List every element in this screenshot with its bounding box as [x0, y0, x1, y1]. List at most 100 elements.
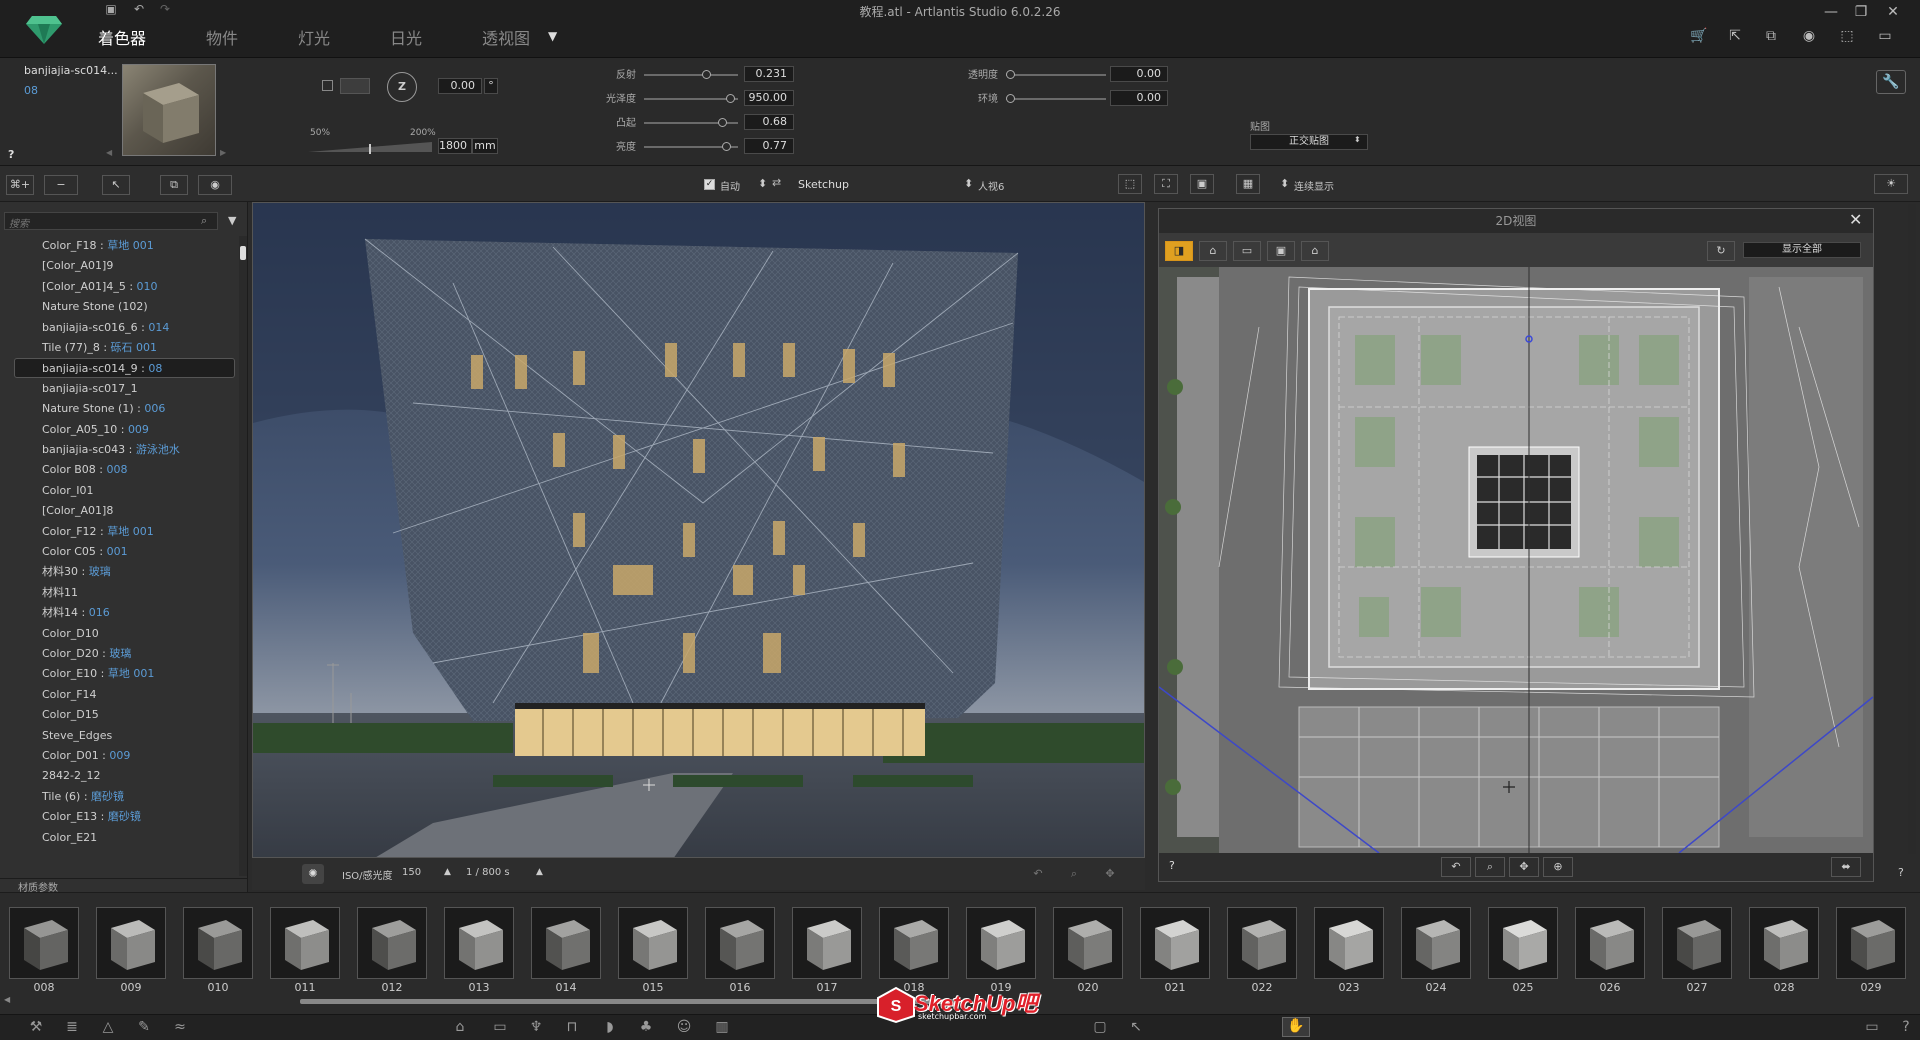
shader-list-item[interactable]: Color_F12 : 草地 001 [0, 522, 236, 542]
building-icon[interactable]: ▥ [712, 1019, 732, 1037]
main-help-button[interactable]: ? [1898, 866, 1904, 879]
undo-icon[interactable]: ↶ [130, 1, 148, 17]
mapping-select[interactable]: 正交贴图 [1250, 134, 1368, 150]
render-icon[interactable]: ▭ [1872, 28, 1898, 50]
shader-list-item[interactable]: Color_E10 : 草地 001 [0, 664, 236, 684]
crop-icon[interactable]: ⬚ [1834, 28, 1860, 50]
shader-thumbnail[interactable] [1053, 907, 1123, 979]
shader-thumbnail[interactable] [1662, 907, 1732, 979]
tab-shaders[interactable]: 着色器 [98, 25, 146, 49]
grid-icon[interactable]: ▦ [1236, 174, 1260, 194]
shader-thumbnail[interactable] [879, 907, 949, 979]
help-button[interactable]: ? [8, 148, 14, 161]
pointer-icon[interactable]: ↖ [1126, 1019, 1146, 1037]
shader-list-item[interactable]: Color_F18 : 草地 001 [0, 236, 236, 256]
shader-thumbnail[interactable] [9, 907, 79, 979]
display-all-select[interactable]: 显示全部 [1743, 242, 1861, 258]
tab-dropdown-icon[interactable]: ▼ [548, 29, 557, 43]
iso-value[interactable]: 150 [402, 867, 421, 878]
render-viewport[interactable] [252, 202, 1145, 858]
bottom-help-icon[interactable]: ? [1896, 1019, 1916, 1037]
close-window-icon[interactable]: ✕ [1878, 2, 1908, 22]
catalog-scrollbar[interactable] [300, 999, 960, 1004]
tab-lights[interactable]: 灯光 [298, 25, 330, 49]
tab-perspectives[interactable]: 透视图 [482, 25, 530, 49]
rotation-field[interactable]: 0.00 [438, 78, 482, 94]
shader-list-item[interactable]: [Color_A01]9 [0, 256, 236, 276]
shader-list-item[interactable]: banjiajia-sc014_9 : 08 [14, 358, 235, 379]
param-field-reflection[interactable]: 0.231 [744, 66, 794, 82]
windows-icon[interactable]: ⧉ [1758, 28, 1784, 50]
display-mode[interactable]: 连续显示 [1294, 178, 1334, 193]
display-updown-icon[interactable]: ⬍ [1280, 177, 1289, 190]
brush-category-icon[interactable]: ✎ [134, 1019, 154, 1037]
shader-list-item[interactable]: 材料11 [0, 583, 236, 603]
shader-thumbnail[interactable] [270, 907, 340, 979]
color-swatch[interactable] [340, 78, 370, 94]
shader-thumbnail[interactable] [1575, 907, 1645, 979]
shader-thumbnail[interactable] [1749, 907, 1819, 979]
shader-list-item[interactable]: Color_F14 [0, 685, 236, 705]
shaders-category-icon[interactable]: ⚒ [26, 1019, 46, 1037]
settings-slider-icon[interactable]: ☀ [1874, 174, 1908, 194]
scale-slider[interactable] [308, 140, 434, 154]
shader-thumbnail[interactable] [792, 907, 862, 979]
remove-shader-icon[interactable]: − [44, 175, 78, 195]
duplicate-icon[interactable]: ⧉ [160, 175, 188, 195]
engine-updown-icon[interactable]: ⬍ [758, 177, 767, 190]
region-icon[interactable]: ▣ [1190, 174, 1214, 194]
shader-list-item[interactable]: Color_A05_10 : 009 [0, 420, 236, 440]
tile-checkbox[interactable] [322, 80, 333, 91]
material-preview[interactable] [122, 64, 216, 156]
export-icon[interactable]: ⇱ [1722, 28, 1748, 50]
shader-list-item[interactable]: Steve_Edges [0, 726, 236, 746]
people-icon[interactable]: ☺ [674, 1019, 694, 1037]
2d-zoom-extents-icon[interactable]: ⊕ [1543, 857, 1573, 877]
shader-thumbnail[interactable] [1488, 907, 1558, 979]
shader-list-item[interactable]: banjiajia-sc016_6 : 014 [0, 318, 236, 338]
catalog-scroll-left-icon[interactable]: ◀ [4, 995, 10, 1004]
view-updown-icon[interactable]: ⬍ [964, 177, 973, 190]
2d-undo-icon[interactable]: ↶ [1441, 857, 1471, 877]
param-field-glossiness[interactable]: 950.00 [744, 90, 794, 106]
shader-list-item[interactable]: 材料30 : 玻璃 [0, 562, 236, 582]
2d-help-button[interactable]: ? [1169, 859, 1175, 872]
shader-thumbnail[interactable] [966, 907, 1036, 979]
rotate-view-icon[interactable]: ↻ [1707, 241, 1735, 261]
shader-thumbnail[interactable] [183, 907, 253, 979]
preview-prev-icon[interactable]: ◀ [106, 148, 112, 157]
hand-icon[interactable]: ✋ [1282, 1017, 1310, 1037]
aperture-icon[interactable]: ✺ [302, 864, 324, 884]
param-slider-ambient[interactable] [1006, 94, 1106, 103]
furniture-bed-icon[interactable]: ▭ [490, 1019, 510, 1037]
shader-list-item[interactable]: Nature Stone (1) : 006 [0, 399, 236, 419]
param-field-ambient[interactable]: 0.00 [1110, 90, 1168, 106]
preview-next-icon[interactable]: ▶ [220, 148, 226, 157]
close-2d-view-icon[interactable]: ✕ [1849, 210, 1862, 229]
shader-thumbnail[interactable] [1140, 907, 1210, 979]
iso-up-icon[interactable]: ▲ [444, 867, 451, 877]
shader-list-item[interactable]: Color_D15 [0, 705, 236, 725]
pick-shader-icon[interactable]: ↖ [102, 175, 130, 195]
restore-icon[interactable]: ❐ [1846, 2, 1876, 22]
size-field[interactable]: 1800 [438, 138, 472, 154]
shader-thumbnail[interactable] [1836, 907, 1906, 979]
shader-thumbnail[interactable] [1401, 907, 1471, 979]
water-category-icon[interactable]: ≈ [170, 1019, 190, 1037]
elevation-back-icon[interactable]: ▣ [1267, 241, 1295, 261]
plan-view-icon[interactable]: ◨ [1165, 241, 1193, 261]
shader-list-item[interactable]: Tile (77)_8 : 砾石 001 [0, 338, 236, 358]
camera-icon[interactable]: ◉ [1796, 28, 1822, 50]
elevation-left-icon[interactable]: ⌂ [1301, 241, 1329, 261]
shader-list-item[interactable]: Color_D01 : 009 [0, 746, 236, 766]
shader-thumbnail[interactable] [444, 907, 514, 979]
shader-list-item[interactable]: Color_D20 : 玻璃 [0, 644, 236, 664]
shader-list-item[interactable]: Color C05 : 001 [0, 542, 236, 562]
param-field-bump[interactable]: 0.68 [744, 114, 794, 130]
shader-list-item[interactable]: banjiajia-sc043 : 游泳池水 [0, 440, 236, 460]
right-scrollbar[interactable] [1908, 204, 1916, 854]
pan-icon[interactable]: ✥ [1096, 864, 1124, 884]
shader-thumbnail[interactable] [618, 907, 688, 979]
shutter-value[interactable]: 1 / 800 s [466, 867, 510, 878]
param-field-transparency[interactable]: 0.00 [1110, 66, 1168, 82]
